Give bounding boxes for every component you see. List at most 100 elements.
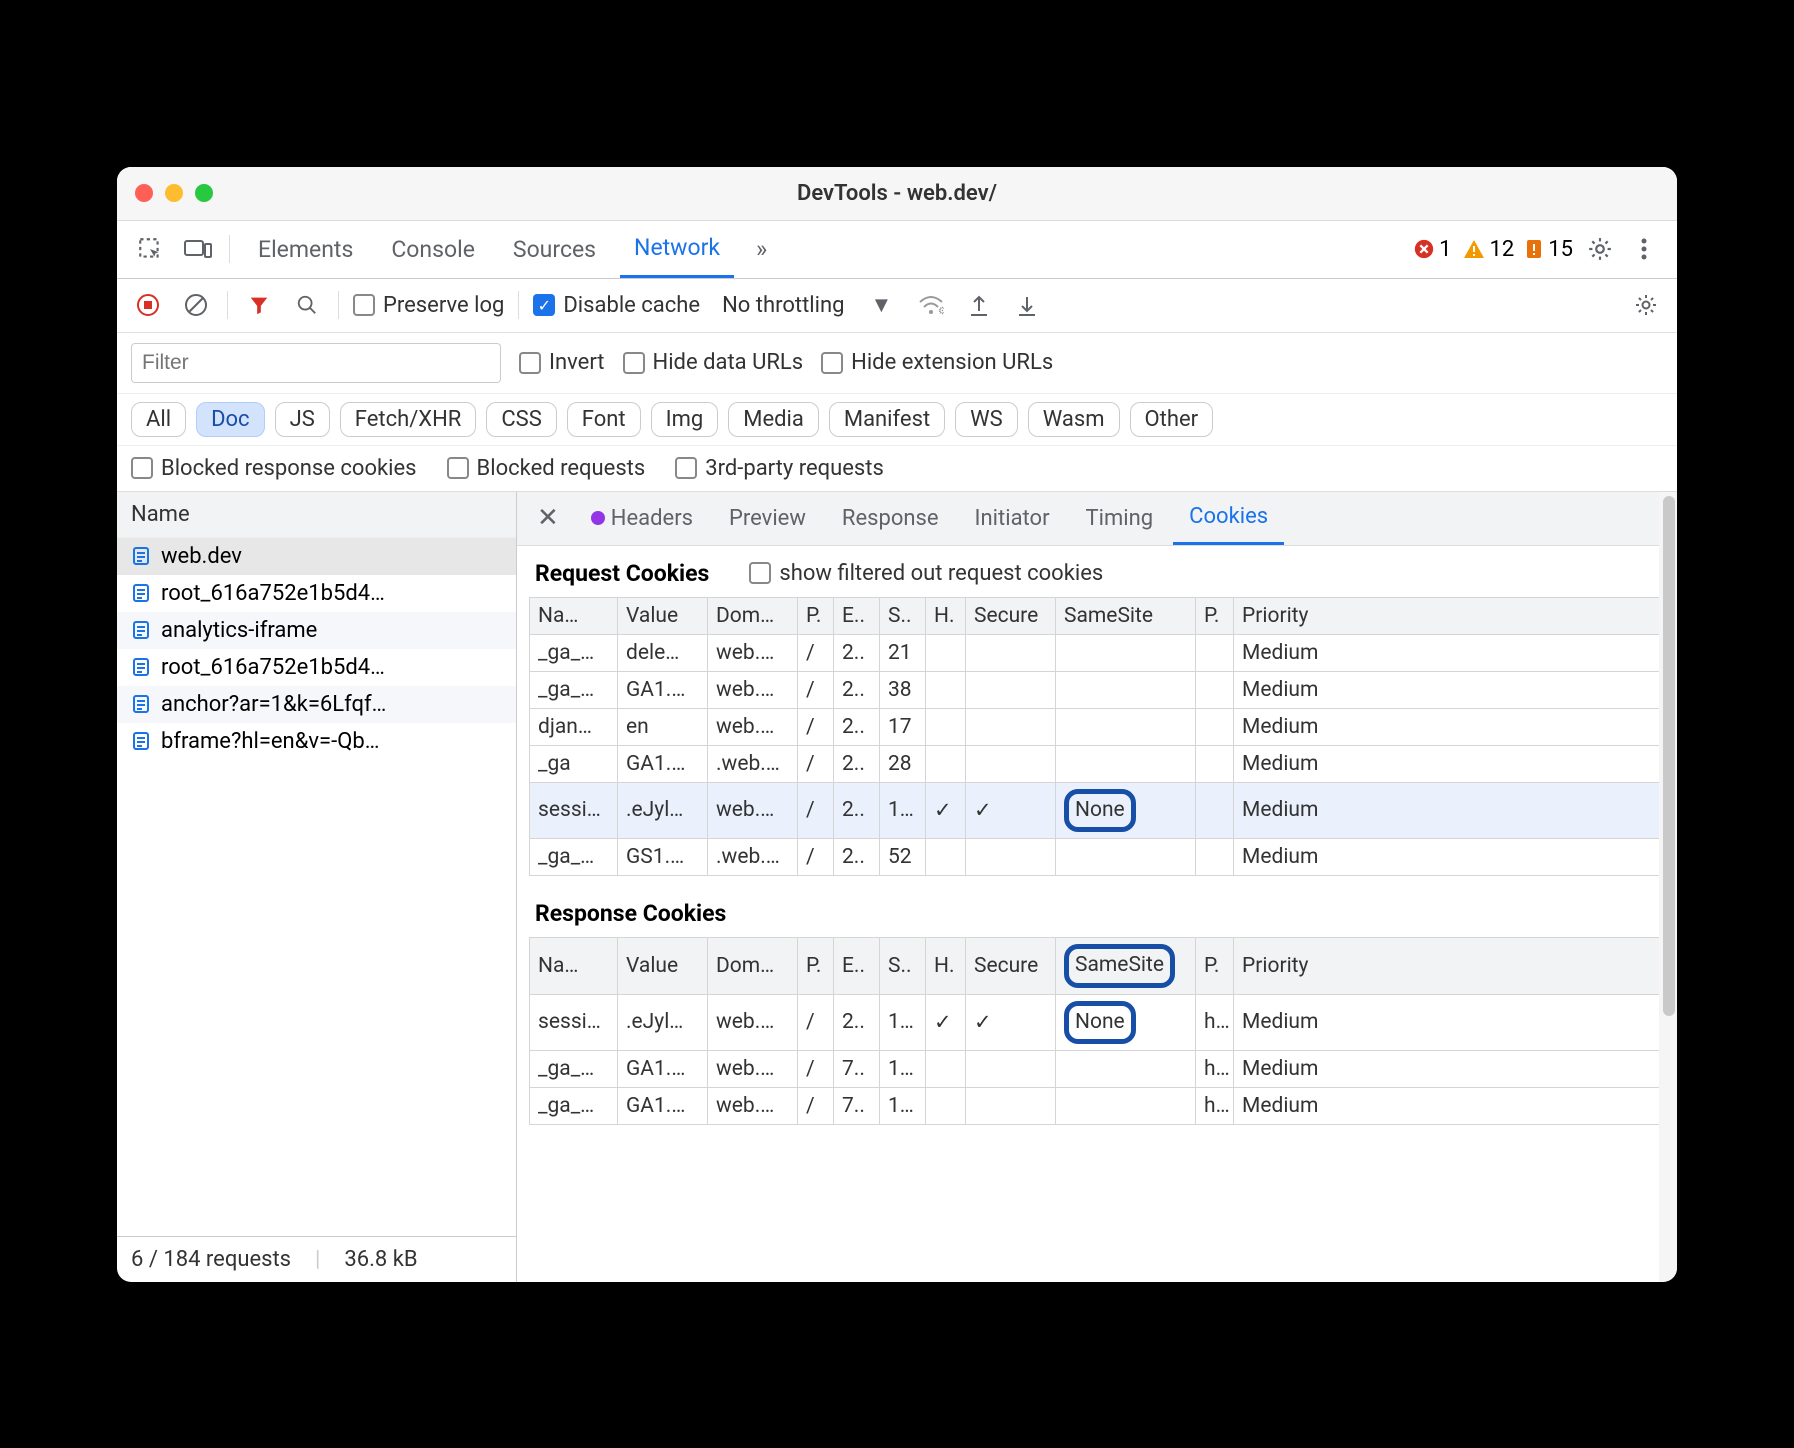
hide-extension-urls-checkbox[interactable]: Hide extension URLs [821,350,1053,375]
cookie-cell [1056,745,1196,782]
col-header[interactable]: P. [798,597,834,634]
cookie-row[interactable]: sessi….eJyl…web.…/2..1…✓✓NoneMedium [530,782,1665,839]
detail-tab-response[interactable]: Response [826,492,955,545]
cookie-row[interactable]: sessi….eJyl…web.…/2..1…✓✓Noneh..Medium [530,994,1665,1051]
scrollbar[interactable] [1659,492,1677,1282]
col-header[interactable]: H. [926,597,966,634]
type-pill-other[interactable]: Other [1130,402,1214,437]
cookie-row[interactable]: _ga_…GS1.….web.…/2..52Medium [530,839,1665,876]
detail-tab-cookies[interactable]: Cookies [1173,492,1284,545]
detail-tab-preview[interactable]: Preview [713,492,822,545]
tab-network[interactable]: Network [620,221,734,278]
tab-console[interactable]: Console [377,221,489,278]
col-header[interactable]: Secure [966,938,1056,995]
minimize-window-button[interactable] [165,184,183,202]
col-header[interactable]: E.. [834,938,880,995]
col-header[interactable]: P. [1196,938,1234,995]
device-toggle-icon[interactable] [181,232,215,266]
type-pill-media[interactable]: Media [728,402,819,437]
request-item[interactable]: root_616a752e1b5d4… [117,649,516,686]
hide-data-urls-checkbox[interactable]: Hide data URLs [623,350,804,375]
tab-elements[interactable]: Elements [244,221,367,278]
disable-cache-checkbox[interactable]: ✓ Disable cache [533,293,700,318]
request-item[interactable]: root_616a752e1b5d4… [117,575,516,612]
preserve-log-checkbox[interactable]: Preserve log [353,293,504,318]
invert-checkbox[interactable]: Invert [519,350,605,375]
show-filtered-cookies-checkbox[interactable]: show filtered out request cookies [749,561,1103,586]
filter-input[interactable] [131,343,501,383]
col-header[interactable]: S.. [880,938,926,995]
type-pill-doc[interactable]: Doc [196,402,265,437]
cookie-row[interactable]: djan…enweb.…/2..17Medium [530,708,1665,745]
col-header[interactable]: Dom… [708,938,798,995]
col-header[interactable]: E.. [834,597,880,634]
download-icon[interactable] [1010,288,1044,322]
clear-button[interactable] [179,288,213,322]
cookie-row[interactable]: _ga_…dele…web.…/2..21Medium [530,634,1665,671]
col-header[interactable]: Na… [530,938,618,995]
request-item[interactable]: anchor?ar=1&k=6Lfqf… [117,686,516,723]
col-header[interactable]: SameSite [1056,938,1196,995]
col-header[interactable]: P. [798,938,834,995]
type-pill-all[interactable]: All [131,402,186,437]
blocked-response-cookies-checkbox[interactable]: Blocked response cookies [131,456,417,481]
type-pill-js[interactable]: JS [275,402,330,437]
record-button[interactable] [131,288,165,322]
filter-icon[interactable] [242,288,276,322]
request-item[interactable]: analytics-iframe [117,612,516,649]
kebab-menu-icon[interactable] [1627,232,1661,266]
wifi-icon[interactable]: ⚙ [914,288,948,322]
type-pill-wasm[interactable]: Wasm [1028,402,1120,437]
col-header[interactable]: Priority [1234,597,1665,634]
col-header[interactable]: S.. [880,597,926,634]
cookie-row[interactable]: _ga_…GA1.…web.…/2..38Medium [530,671,1665,708]
col-header[interactable]: Na… [530,597,618,634]
type-pill-fetchxhr[interactable]: Fetch/XHR [340,402,477,437]
search-icon[interactable] [290,288,324,322]
col-header[interactable]: Value [618,597,708,634]
third-party-requests-checkbox[interactable]: 3rd-party requests [675,456,884,481]
col-header[interactable]: Secure [966,597,1056,634]
col-header[interactable]: Priority [1234,938,1665,995]
cookie-cell: web.… [708,708,798,745]
col-header[interactable]: Value [618,938,708,995]
request-item[interactable]: web.dev [117,538,516,575]
type-pill-css[interactable]: CSS [486,402,556,437]
cookie-cell [926,839,966,876]
zoom-window-button[interactable] [195,184,213,202]
col-header[interactable]: SameSite [1056,597,1196,634]
cookie-row[interactable]: _ga_…GA1.…web.…/7..1…h..Medium [530,1051,1665,1088]
request-item[interactable]: bframe?hl=en&v=-Qb… [117,723,516,760]
col-header[interactable]: Dom… [708,597,798,634]
type-pill-ws[interactable]: WS [955,402,1018,437]
more-tabs-icon[interactable]: » [748,235,775,263]
tab-sources[interactable]: Sources [499,221,610,278]
close-window-button[interactable] [135,184,153,202]
col-header[interactable]: H. [926,938,966,995]
cookie-row[interactable]: _gaGA1.….web.…/2..28Medium [530,745,1665,782]
throttling-select[interactable]: No throttling ▼ [714,288,900,322]
sidebar-header-name[interactable]: Name [117,492,516,538]
cookie-cell: 2.. [834,839,880,876]
inspect-icon[interactable] [133,232,167,266]
blocked-requests-checkbox[interactable]: Blocked requests [447,456,646,481]
cookie-cell [966,839,1056,876]
close-detail-icon[interactable]: ✕ [527,503,569,533]
detail-tab-headers[interactable]: Headers [575,492,709,545]
network-toolbar: Preserve log ✓ Disable cache No throttli… [117,279,1677,333]
issues-badge[interactable]: 15 [1524,237,1573,262]
type-pill-manifest[interactable]: Manifest [829,402,945,437]
cookie-cell: 7.. [834,1088,880,1125]
type-pill-font[interactable]: Font [567,402,641,437]
cookie-row[interactable]: _ga_…GA1.…web.…/7..1…h..Medium [530,1088,1665,1125]
col-header[interactable]: P. [1196,597,1234,634]
upload-icon[interactable] [962,288,996,322]
detail-tab-timing[interactable]: Timing [1070,492,1170,545]
detail-tab-initiator[interactable]: Initiator [959,492,1066,545]
warnings-badge[interactable]: 12 [1462,237,1515,262]
type-pill-img[interactable]: Img [651,402,719,437]
cookie-cell: h.. [1196,1088,1234,1125]
panel-settings-icon[interactable] [1629,288,1663,322]
settings-icon[interactable] [1583,232,1617,266]
errors-badge[interactable]: 1 [1413,237,1451,262]
